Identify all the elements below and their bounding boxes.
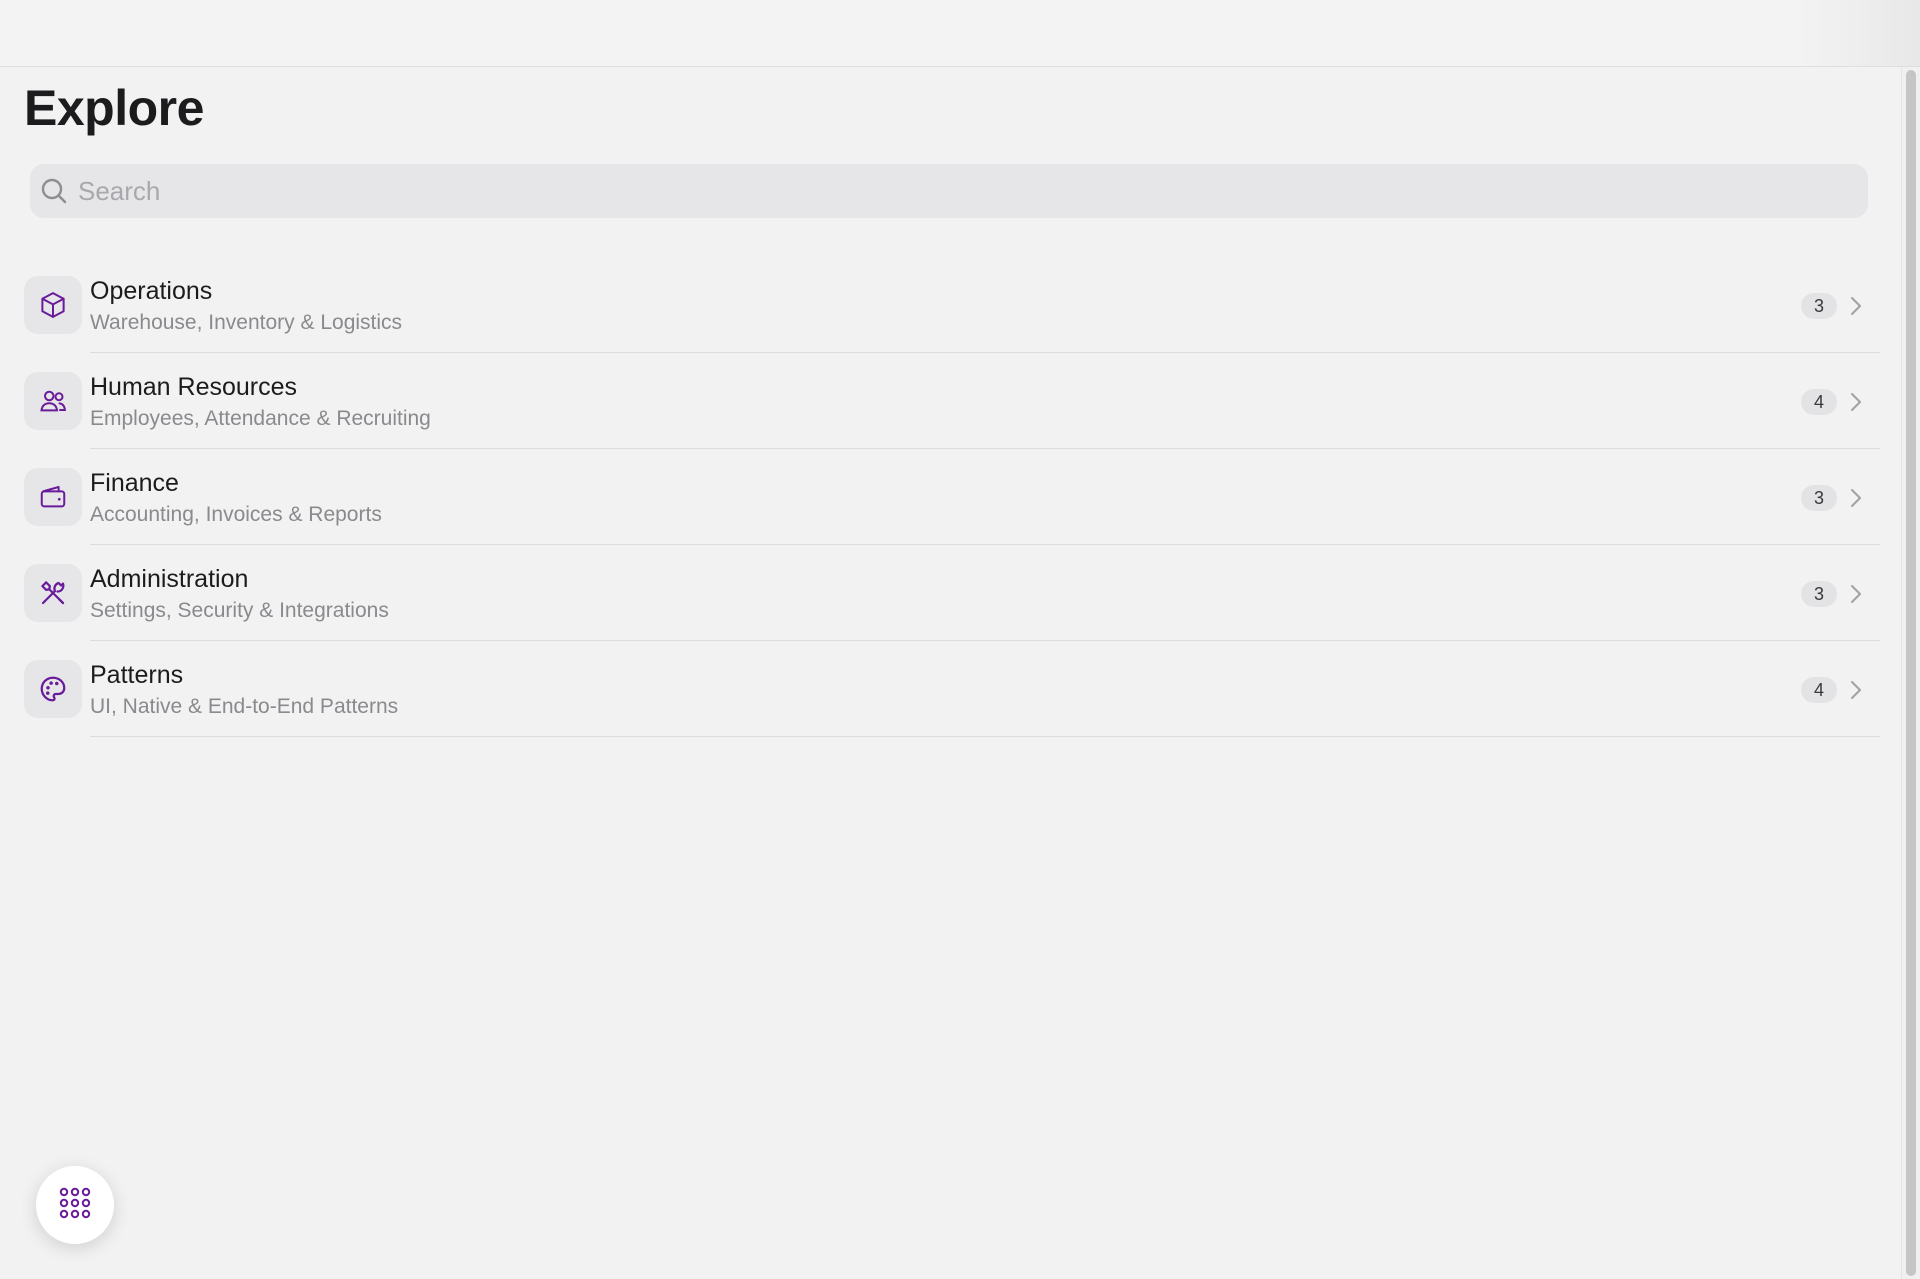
row-divider bbox=[90, 736, 1880, 737]
grid-dots-icon bbox=[58, 1186, 92, 1225]
palette-icon bbox=[24, 660, 82, 718]
search-bar[interactable] bbox=[30, 164, 1868, 218]
box-icon bbox=[24, 276, 82, 334]
category-row-patterns[interactable]: Patterns UI, Native & End-to-End Pattern… bbox=[0, 641, 1880, 737]
users-icon bbox=[24, 372, 82, 430]
category-subtitle: UI, Native & End-to-End Patterns bbox=[90, 695, 399, 718]
count-badge: 3 bbox=[1801, 293, 1837, 319]
search-icon bbox=[38, 175, 70, 207]
category-subtitle: Employees, Attendance & Recruiting bbox=[90, 407, 431, 430]
search-input[interactable] bbox=[76, 165, 1868, 217]
category-row-operations[interactable]: Operations Warehouse, Inventory & Logist… bbox=[0, 257, 1880, 353]
count-badge: 3 bbox=[1801, 581, 1837, 607]
category-title: Administration bbox=[90, 565, 249, 593]
chevron-right-icon bbox=[1848, 293, 1864, 319]
chevron-right-icon bbox=[1848, 485, 1864, 511]
count-badge: 4 bbox=[1801, 389, 1837, 415]
category-row-human-resources[interactable]: Human Resources Employees, Attendance & … bbox=[0, 353, 1880, 449]
category-title: Human Resources bbox=[90, 373, 298, 401]
top-bar-fade bbox=[1800, 0, 1920, 66]
scrollbar-thumb[interactable] bbox=[1906, 70, 1916, 1276]
wallet-icon bbox=[24, 468, 82, 526]
category-row-administration[interactable]: Administration Settings, Security & Inte… bbox=[0, 545, 1880, 641]
category-subtitle: Settings, Security & Integrations bbox=[90, 599, 389, 622]
chevron-right-icon bbox=[1848, 677, 1864, 703]
category-list: Operations Warehouse, Inventory & Logist… bbox=[0, 257, 1880, 737]
top-bar bbox=[0, 0, 1920, 67]
count-badge: 4 bbox=[1801, 677, 1837, 703]
category-subtitle: Warehouse, Inventory & Logistics bbox=[90, 311, 403, 334]
page-title: Explore bbox=[24, 80, 204, 136]
category-subtitle: Accounting, Invoices & Reports bbox=[90, 503, 382, 526]
tools-icon bbox=[24, 564, 82, 622]
chevron-right-icon bbox=[1848, 389, 1864, 415]
chevron-right-icon bbox=[1848, 581, 1864, 607]
category-title: Finance bbox=[90, 469, 179, 497]
app-launcher-button[interactable] bbox=[36, 1166, 114, 1244]
category-title: Patterns bbox=[90, 661, 184, 689]
category-title: Operations bbox=[90, 277, 213, 305]
category-row-finance[interactable]: Finance Accounting, Invoices & Reports 3 bbox=[0, 449, 1880, 545]
count-badge: 3 bbox=[1801, 485, 1837, 511]
